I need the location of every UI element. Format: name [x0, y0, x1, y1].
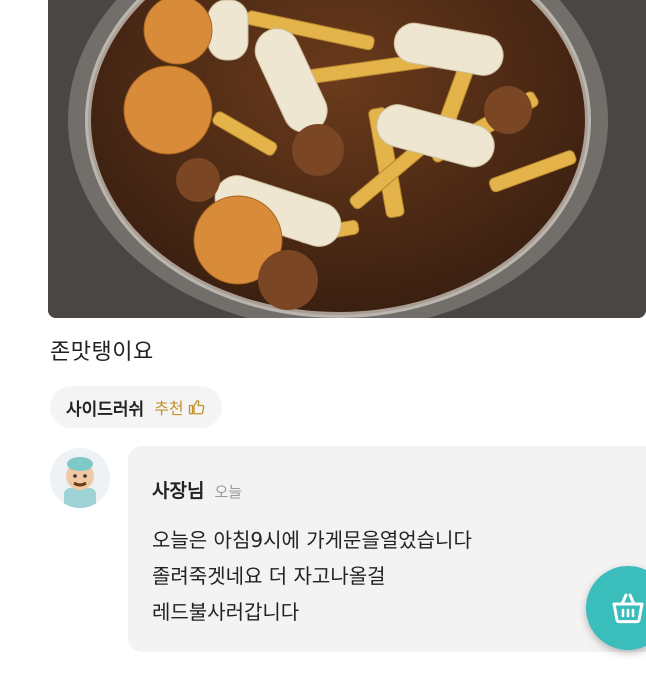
reply-timestamp: 오늘	[214, 483, 243, 501]
food-photo-image	[48, 0, 646, 318]
shopping-basket-icon	[612, 593, 644, 624]
owner-avatar	[50, 448, 110, 508]
owner-header: 사장님 오늘	[152, 476, 242, 503]
owner-avatar-image	[50, 448, 110, 508]
reply-line: 졸려죽겟네요 더 자고나올걸	[152, 564, 386, 588]
owner-name: 사장님	[152, 480, 205, 502]
owner-reply-text: 오늘은 아침9시에 가게문을열었습니다 졸려죽겟네요 더 자고나올걸 레드불사러…	[152, 522, 472, 630]
recommend-label: 추천	[154, 399, 184, 418]
review-text: 존맛탱이요	[50, 340, 154, 365]
thumbs-up-icon	[188, 400, 205, 415]
reply-line: 레드불사러갑니다	[152, 600, 300, 624]
review-photo[interactable]	[48, 0, 646, 318]
owner-reply-box: 사장님 오늘 오늘은 아침9시에 가게문을열었습니다 졸려죽겟네요 더 자고나올…	[128, 446, 646, 652]
reply-line: 오늘은 아침9시에 가게문을열었습니다	[152, 528, 472, 552]
menu-name: 사이드러쉬	[66, 399, 145, 420]
menu-recommend-chip[interactable]: 사이드러쉬 추천	[50, 386, 222, 428]
recommend-badge: 추천	[154, 395, 205, 419]
